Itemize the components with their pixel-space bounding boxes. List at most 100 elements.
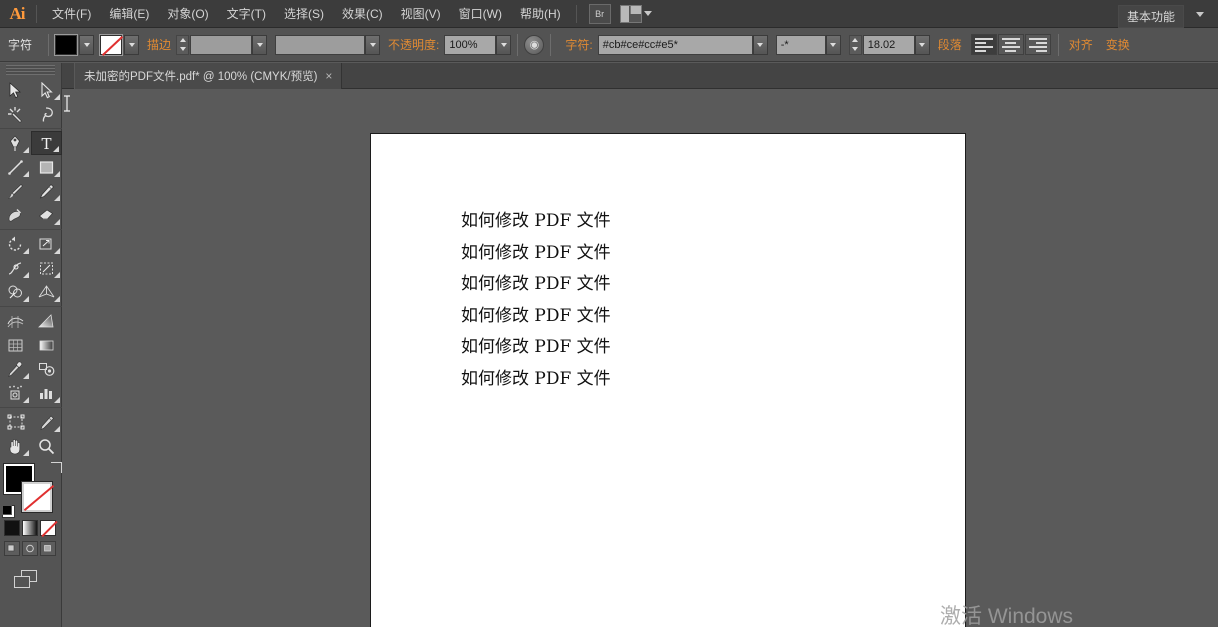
- type-tool[interactable]: T: [31, 131, 62, 155]
- hand-tool[interactable]: [0, 434, 31, 458]
- canvas-area[interactable]: 如何修改 PDF 文件 如何修改 PDF 文件 如何修改 PDF 文件 如何修改…: [62, 89, 1218, 627]
- close-icon[interactable]: ×: [325, 70, 332, 82]
- eyedropper-tool[interactable]: [0, 357, 31, 381]
- eraser-tool[interactable]: [31, 203, 62, 227]
- gradient-tool[interactable]: [31, 309, 62, 333]
- opacity-dropdown[interactable]: [496, 34, 512, 55]
- zoom-tool[interactable]: [31, 434, 62, 458]
- font-size-control[interactable]: 18.02: [848, 34, 930, 55]
- column-graph-tool[interactable]: [31, 381, 62, 405]
- menu-type[interactable]: 文字(T): [218, 1, 275, 26]
- fill-dropdown-button[interactable]: [79, 34, 95, 55]
- pen-tool[interactable]: [0, 131, 31, 155]
- font-style-control[interactable]: -*: [775, 34, 841, 55]
- line-segment-tool[interactable]: [0, 155, 31, 179]
- menu-select[interactable]: 选择(S): [275, 1, 333, 26]
- align-center-icon[interactable]: [997, 34, 1024, 55]
- character-panel-label[interactable]: 字符: [8, 36, 32, 53]
- scale-tool[interactable]: [31, 232, 62, 256]
- font-size-dropdown[interactable]: [914, 34, 930, 55]
- text-object[interactable]: 如何修改 PDF 文件 如何修改 PDF 文件 如何修改 PDF 文件 如何修改…: [461, 206, 611, 395]
- workspace-switcher[interactable]: 基本功能: [1117, 5, 1184, 28]
- default-fill-stroke-icon[interactable]: [2, 505, 15, 518]
- artboard[interactable]: 如何修改 PDF 文件 如何修改 PDF 文件 如何修改 PDF 文件 如何修改…: [370, 133, 966, 627]
- stroke-control[interactable]: [99, 33, 140, 56]
- blob-brush-tool[interactable]: [0, 203, 31, 227]
- selection-tool[interactable]: [0, 78, 31, 102]
- rotate-tool[interactable]: [0, 232, 31, 256]
- opacity-control[interactable]: 100%: [444, 34, 512, 55]
- font-family-input[interactable]: #cb#ce#cc#e5*: [597, 34, 753, 55]
- stroke-profile-input[interactable]: [275, 34, 366, 55]
- stroke-label[interactable]: 描边: [147, 36, 171, 53]
- font-size-stepper[interactable]: [848, 34, 862, 55]
- draw-behind-button[interactable]: [22, 541, 38, 556]
- font-style-dropdown[interactable]: [825, 34, 841, 55]
- recolor-artwork-icon[interactable]: ◉: [524, 34, 545, 55]
- menu-file[interactable]: 文件(F): [43, 1, 100, 26]
- align-link[interactable]: 对齐: [1069, 36, 1093, 53]
- workspace-chevron-down-icon[interactable]: [1196, 12, 1204, 17]
- slice-tool[interactable]: [31, 410, 62, 434]
- pencil-tool[interactable]: [31, 179, 62, 203]
- draw-normal-button[interactable]: [4, 541, 20, 556]
- arrange-documents-button[interactable]: [619, 4, 652, 23]
- gradient-bar-tool[interactable]: [31, 333, 62, 357]
- menu-effect[interactable]: 效果(C): [333, 1, 392, 26]
- stroke-weight-input[interactable]: [190, 34, 253, 55]
- color-mode-button[interactable]: [4, 520, 20, 536]
- document-tab[interactable]: 未加密的PDF文件.pdf* @ 100% (CMYK/预览) ×: [74, 63, 343, 89]
- blend-tool[interactable]: [31, 357, 62, 381]
- fill-control[interactable]: [54, 33, 95, 56]
- mesh-grid-tool[interactable]: [0, 333, 31, 357]
- stroke-weight-stepper[interactable]: [176, 34, 190, 55]
- stroke-weight-control[interactable]: [176, 34, 268, 55]
- symbol-sprayer-tool[interactable]: [0, 381, 31, 405]
- stroke-swatch[interactable]: [99, 33, 124, 56]
- shape-builder-tool[interactable]: [0, 280, 31, 304]
- direct-selection-tool[interactable]: [31, 78, 62, 102]
- stroke-color-swatch[interactable]: [21, 481, 53, 513]
- menu-edit[interactable]: 编辑(E): [100, 1, 158, 26]
- menu-view[interactable]: 视图(V): [392, 1, 450, 26]
- font-label[interactable]: 字符:: [565, 36, 592, 53]
- paintbrush-tool[interactable]: [0, 179, 31, 203]
- magic-wand-tool[interactable]: [0, 102, 31, 126]
- menu-help[interactable]: 帮助(H): [511, 1, 570, 26]
- lasso-tool[interactable]: [31, 102, 62, 126]
- font-family-control[interactable]: #cb#ce#cc#e5*: [597, 34, 768, 55]
- panel-drag-handle[interactable]: [6, 65, 55, 75]
- tool-divider-2: [0, 229, 62, 230]
- chevron-down-icon: [919, 42, 926, 47]
- transform-link[interactable]: 变换: [1106, 36, 1130, 53]
- mesh-tool[interactable]: [0, 309, 31, 333]
- fill-swatch[interactable]: [54, 33, 79, 56]
- chevron-down-icon: [830, 42, 837, 47]
- opacity-label[interactable]: 不透明度:: [388, 36, 439, 53]
- align-left-icon[interactable]: [970, 34, 997, 55]
- paragraph-label[interactable]: 段落: [938, 36, 962, 53]
- none-mode-button[interactable]: [40, 520, 56, 536]
- stroke-weight-dropdown[interactable]: [252, 34, 268, 55]
- stroke-dropdown-button[interactable]: [124, 34, 140, 55]
- artboard-tool[interactable]: [0, 410, 31, 434]
- rectangle-tool[interactable]: [31, 155, 62, 179]
- width-tool[interactable]: [0, 256, 31, 280]
- perspective-grid-tool[interactable]: [31, 280, 62, 304]
- stroke-profile-dropdown[interactable]: [365, 34, 381, 55]
- font-size-input[interactable]: 18.02: [862, 34, 915, 55]
- free-transform-tool[interactable]: [31, 256, 62, 280]
- menu-window[interactable]: 窗口(W): [450, 1, 511, 26]
- bridge-icon[interactable]: Br: [588, 3, 611, 24]
- stroke-profile-control[interactable]: [275, 34, 381, 55]
- swap-fill-stroke-icon[interactable]: [51, 462, 62, 473]
- gradient-mode-button[interactable]: [22, 520, 38, 536]
- menu-object[interactable]: 对象(O): [158, 1, 217, 26]
- opacity-input[interactable]: 100%: [444, 34, 497, 55]
- font-family-dropdown[interactable]: [752, 34, 768, 55]
- font-style-input[interactable]: -*: [775, 34, 826, 55]
- document-text-line: 如何修改 PDF 文件: [461, 368, 611, 389]
- align-right-icon[interactable]: [1024, 34, 1051, 55]
- change-screen-mode-button[interactable]: [14, 570, 40, 590]
- draw-inside-button[interactable]: [40, 541, 56, 556]
